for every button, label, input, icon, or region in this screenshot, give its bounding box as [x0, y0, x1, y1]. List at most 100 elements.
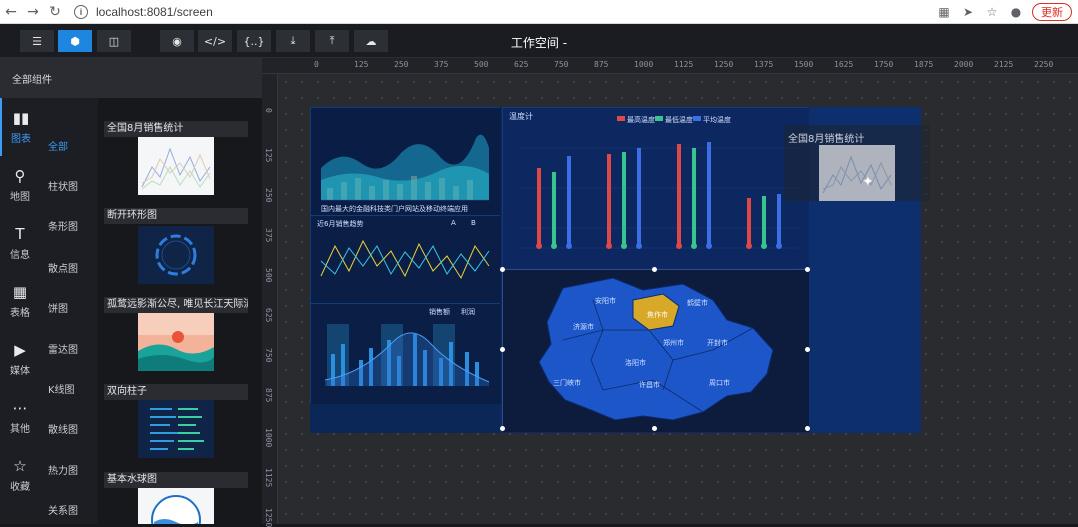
subcategory-item[interactable]: 关系图	[48, 502, 78, 517]
subcategory-item[interactable]: 饼图	[48, 300, 68, 315]
resize-handle[interactable]	[500, 267, 505, 272]
ruler-horizontal: 0 125 250 375 500 625 750 875 1000 1125 1250 1375 15…	[262, 58, 1078, 74]
ruler-tick-label: 1125	[264, 468, 273, 488]
panel-header: 全部组件	[0, 58, 262, 98]
ruler-tick-label: 500	[474, 60, 489, 69]
ruler-vertical: 0 125 250 375 500 625 750 875 1000 1125 1250	[262, 74, 278, 527]
ruler-tick-label: 875	[264, 388, 273, 403]
legend-item: 平均温度	[703, 116, 731, 124]
ruler-tick-label: 125	[264, 148, 273, 163]
component-card-title[interactable]: 基本水球图	[104, 472, 248, 488]
info-icon[interactable]: i	[74, 4, 88, 19]
ruler-tick-label: 500	[264, 268, 273, 283]
ruler-tick-label: 1750	[874, 60, 894, 69]
subcategory-item[interactable]: 散线图	[48, 421, 78, 436]
browser-bar: ← → ↻ i localhost:8081/screen ▦ ➤ ☆ ● 更新	[0, 0, 1078, 24]
translate-icon[interactable]: ▦	[936, 4, 952, 20]
address-bar[interactable]: i localhost:8081/screen	[74, 2, 874, 22]
move-cursor-icon: ✦	[862, 174, 874, 190]
ruler-tick-label: 1250	[714, 60, 734, 69]
resize-handle[interactable]	[652, 267, 657, 272]
subcategory-item[interactable]: 雷达图	[48, 341, 78, 356]
legend-item: A	[451, 219, 456, 227]
line-chart-thumbnail[interactable]	[138, 137, 214, 195]
ruler-tick-label: 625	[514, 60, 529, 69]
ruler-tick-label: 250	[264, 188, 273, 203]
province-map-widget[interactable]: 焦作市 安阳市 鹤壁市 济源市 郑州市 开封市 洛阳市 三门峡市 许昌市 周口市	[502, 269, 809, 432]
ruler-tick-label: 1000	[634, 60, 654, 69]
category-column: ▮▮ 图表 ⚲ 地图 T 信息 ▦ 表格 ▶ 媒体 ⋯ 其他 ☆ 收藏	[0, 98, 40, 524]
category-other[interactable]: ⋯ 其他	[0, 388, 40, 446]
resize-handle[interactable]	[500, 347, 505, 352]
ruler-tick-label: 1250	[264, 508, 273, 527]
ring-chart-thumbnail[interactable]	[138, 226, 214, 284]
legend-item: 销售额	[429, 308, 450, 316]
widget-title: 近6月销售趋势	[317, 220, 364, 228]
resize-handle[interactable]	[805, 426, 810, 431]
line-chart-widget[interactable]: 近6月销售趋势 A B	[310, 215, 501, 304]
ruler-tick-label: 625	[264, 308, 273, 323]
illustration-thumbnail[interactable]	[138, 313, 214, 371]
resize-handle[interactable]	[805, 267, 810, 272]
ruler-tick-label: 2000	[954, 60, 974, 69]
reload-icon[interactable]: ↻	[44, 1, 66, 23]
ruler-tick-label: 0	[314, 60, 319, 69]
component-card-title[interactable]: 双向柱子	[104, 384, 248, 400]
ruler-tick-label: 125	[354, 60, 369, 69]
bar-line-chart	[311, 304, 501, 404]
subcategory-item[interactable]: K线图	[48, 381, 75, 396]
component-card-title[interactable]: 断开环形图	[104, 208, 248, 224]
star-icon: ☆	[13, 457, 27, 475]
category-info[interactable]: T 信息	[0, 214, 40, 272]
subcategory-item[interactable]: 热力图	[48, 462, 78, 477]
table-icon: ▦	[12, 283, 28, 301]
category-media[interactable]: ▶ 媒体	[0, 330, 40, 388]
subcategory-item[interactable]: 全部	[48, 138, 68, 153]
component-list[interactable]: 全国8月销售统计 断开环形图 孤鹜远影渐公尽, 唯见长江天际流 双向柱子 基本水…	[98, 98, 262, 524]
map-city-label: 安阳市	[595, 297, 616, 305]
bar-chart-icon: ▮▮	[12, 109, 30, 127]
subcategory-item[interactable]: 条形图	[48, 218, 78, 233]
bidirectional-bar-thumbnail[interactable]	[138, 400, 214, 458]
area-bar-chart	[311, 108, 501, 216]
update-button[interactable]: 更新	[1032, 2, 1072, 21]
more-icon: ⋯	[12, 399, 28, 417]
ruler-tick-label: 2250	[1034, 60, 1054, 69]
map-icon: ⚲	[14, 167, 26, 185]
map-city-label: 郑州市	[663, 339, 684, 347]
send-icon[interactable]: ➤	[960, 4, 976, 20]
url-text[interactable]: localhost:8081/screen	[96, 5, 213, 19]
legend-item: 最高温度	[627, 116, 655, 124]
bookmark-star-icon[interactable]: ☆	[984, 4, 1000, 20]
widget-footer-text: 国内最大的金融科技类门户网站及移动终端应用	[321, 205, 468, 213]
resize-handle[interactable]	[805, 347, 810, 352]
ruler-tick-label: 375	[434, 60, 449, 69]
resize-handle[interactable]	[500, 426, 505, 431]
subcategory-item[interactable]: 散点图	[48, 260, 78, 275]
category-chart[interactable]: ▮▮ 图表	[0, 98, 40, 156]
map-city-label: 开封市	[707, 339, 728, 347]
subcategory-item[interactable]: 柱状图	[48, 178, 78, 193]
liquid-fill-thumbnail[interactable]	[138, 488, 214, 524]
media-icon: ▶	[14, 341, 26, 359]
area-bar-chart-widget[interactable]: 国内最大的金融科技类门户网站及移动终端应用	[310, 107, 501, 216]
ruler-tick-label: 1625	[834, 60, 854, 69]
profile-icon[interactable]: ●	[1008, 4, 1024, 20]
resize-handle[interactable]	[652, 426, 657, 431]
map-city-label: 周口市	[709, 379, 730, 387]
map-city-label: 济源市	[573, 323, 594, 331]
bar-line-chart-widget[interactable]: 销售额 利润	[310, 303, 501, 404]
ruler-tick-label: 1375	[754, 60, 774, 69]
thermometer-chart-widget[interactable]: 温度计 最高温度 最低温度 平均温度	[502, 107, 809, 268]
back-icon[interactable]: ←	[0, 1, 22, 23]
component-card-title[interactable]: 全国8月销售统计	[104, 121, 248, 137]
workspace-title: 工作空间 -	[510, 36, 568, 50]
category-map[interactable]: ⚲ 地图	[0, 156, 40, 214]
category-favorite[interactable]: ☆ 收藏	[0, 446, 40, 504]
ruler-tick-label: 375	[264, 228, 273, 243]
ruler-tick-label: 750	[554, 60, 569, 69]
category-table[interactable]: ▦ 表格	[0, 272, 40, 330]
forward-icon[interactable]: →	[22, 1, 44, 23]
legend-item: 最低温度	[665, 116, 693, 124]
component-card-title[interactable]: 孤鹜远影渐公尽, 唯见长江天际流	[104, 297, 248, 313]
